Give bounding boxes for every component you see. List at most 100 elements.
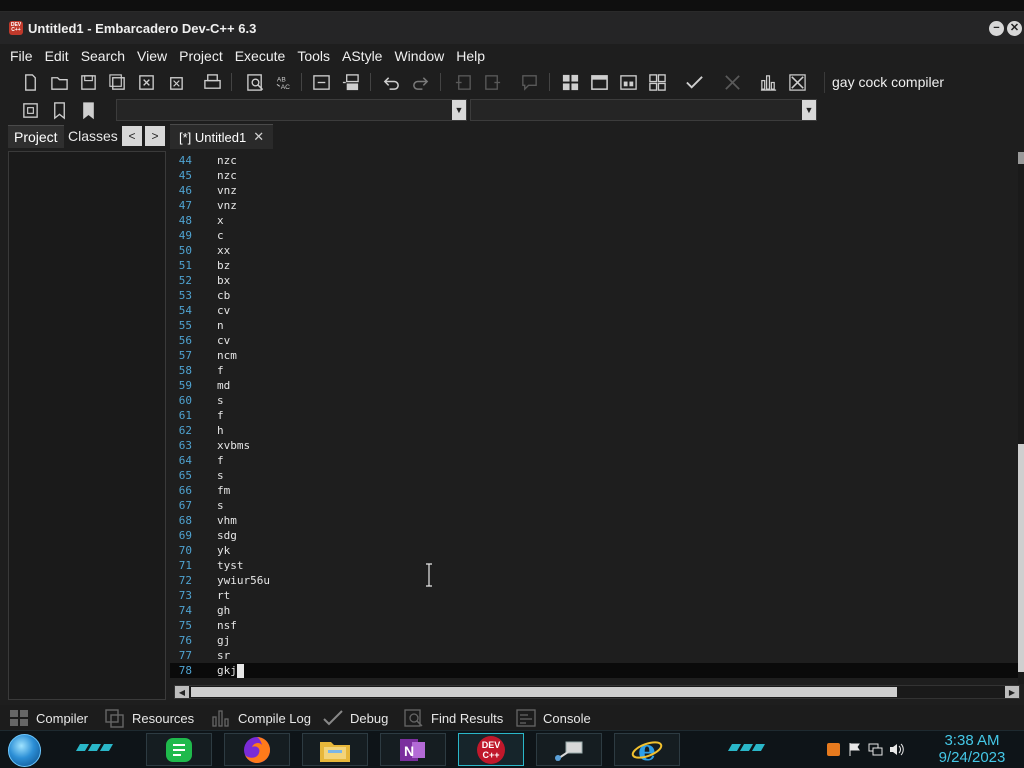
console-icon: [516, 709, 536, 727]
line-number: 74: [178, 604, 192, 617]
horizontal-scroll-thumb[interactable]: [191, 687, 897, 697]
tab-find-results[interactable]: Find Results: [403, 708, 503, 728]
green-notes-icon[interactable]: [146, 733, 212, 766]
tab-project[interactable]: Project: [8, 125, 64, 148]
profile-chart-icon[interactable]: [757, 71, 780, 94]
taskbar-decoration: [727, 741, 766, 755]
line-number: 65: [178, 469, 192, 482]
clock-date: 9/24/2023: [938, 749, 1006, 766]
tab-resources[interactable]: Resources: [104, 708, 194, 728]
menu-tools[interactable]: Tools: [291, 48, 336, 64]
code-line: bz: [217, 259, 231, 272]
onenote-icon[interactable]: N: [380, 733, 446, 766]
goto-line-icon[interactable]: [310, 71, 333, 94]
menu-project[interactable]: Project: [173, 48, 229, 64]
chevron-down-icon[interactable]: ▼: [802, 100, 816, 120]
tab-compiler-label: Compiler: [36, 710, 89, 726]
save-all-icon[interactable]: [106, 71, 129, 94]
new-file-icon[interactable]: [19, 71, 42, 94]
menu-astyle[interactable]: AStyle: [336, 48, 388, 64]
open-folder-icon[interactable]: [48, 71, 71, 94]
code-editor[interactable]: 44 45 46 47 48 49 50 51 52 53 54 55 56 57 58 59 60 61 62 63…: [170, 152, 1018, 684]
bookmark-icon[interactable]: [48, 99, 71, 122]
chevron-right-icon[interactable]: >: [145, 126, 165, 146]
horizontal-scrollbar[interactable]: ◀ ▶: [174, 685, 1020, 699]
menu-search[interactable]: Search: [75, 48, 131, 64]
redo-icon[interactable]: [409, 71, 432, 94]
close-icon[interactable]: ✕: [253, 129, 264, 145]
run-icon[interactable]: [588, 71, 611, 94]
member-combo[interactable]: ▼: [470, 99, 817, 121]
toggle-panel-icon[interactable]: [339, 71, 362, 94]
network-tray-icon[interactable]: [868, 742, 883, 757]
code-line: rt: [217, 589, 231, 602]
tab-console[interactable]: Console: [515, 708, 591, 728]
chevron-left-icon[interactable]: <: [122, 126, 142, 146]
menu-file[interactable]: File: [4, 48, 39, 64]
compile-icon[interactable]: [559, 71, 582, 94]
scroll-up-button[interactable]: [1018, 152, 1024, 164]
replace-icon[interactable]: AB AC: [273, 71, 296, 94]
minimize-button[interactable]: −: [989, 20, 1004, 36]
line-number: 68: [178, 514, 192, 527]
compiler-select[interactable]: gay cock compiler: [824, 72, 1024, 93]
stop-execution-icon[interactable]: [721, 71, 744, 94]
code-line: f: [217, 364, 224, 377]
menu-help[interactable]: Help: [450, 48, 491, 64]
unindent-icon[interactable]: [481, 71, 504, 94]
flag-icon[interactable]: [847, 742, 862, 757]
class-combo[interactable]: ▼: [116, 99, 467, 121]
code-line: vhm: [217, 514, 237, 527]
undo-icon[interactable]: [380, 71, 403, 94]
volume-icon[interactable]: [889, 742, 904, 757]
indent-icon[interactable]: [452, 71, 475, 94]
code-line: yk: [217, 544, 231, 557]
tab-compiler[interactable]: Compiler: [8, 708, 88, 728]
taskbar-clock[interactable]: 3:38 AM 9/24/2023: [930, 731, 1014, 768]
insert-icon[interactable]: [19, 99, 42, 122]
goto-bookmark-icon[interactable]: [77, 99, 100, 122]
tab-untitled1[interactable]: [*] Untitled1 ✕: [170, 124, 274, 149]
line-number: 55: [178, 319, 192, 332]
scroll-right-icon[interactable]: ▶: [1005, 686, 1019, 698]
code-line: cb: [217, 289, 231, 302]
close-file-icon[interactable]: [135, 71, 158, 94]
line-number: 51: [178, 259, 192, 272]
menu-edit[interactable]: Edit: [39, 48, 75, 64]
find-icon[interactable]: [244, 71, 267, 94]
vertical-scroll-thumb[interactable]: [1018, 444, 1024, 672]
scroll-left-icon[interactable]: ◀: [175, 686, 189, 698]
vertical-scrollbar[interactable]: [1018, 152, 1024, 684]
firefox-icon[interactable]: [224, 733, 290, 766]
delete-profile-icon[interactable]: [786, 71, 809, 94]
menu-view[interactable]: View: [131, 48, 173, 64]
tab-resources-label: Resources: [132, 710, 195, 726]
close-button[interactable]: ✕: [1007, 20, 1022, 36]
internet-explorer-icon[interactable]: e: [614, 733, 680, 766]
close-all-icon[interactable]: [164, 71, 187, 94]
tab-debug[interactable]: Debug: [322, 708, 388, 728]
print-icon[interactable]: [201, 71, 224, 94]
line-number: 78: [178, 664, 192, 677]
start-button[interactable]: [8, 734, 41, 767]
comment-icon[interactable]: [518, 71, 541, 94]
tab-debug-label: Debug: [350, 710, 389, 726]
sublime-tray-icon[interactable]: [826, 742, 841, 757]
rebuild-icon[interactable]: [646, 71, 669, 94]
syntax-check-icon[interactable]: [683, 71, 706, 94]
save-icon[interactable]: [77, 71, 100, 94]
menu-window[interactable]: Window: [388, 48, 450, 64]
tab-classes[interactable]: Classes: [62, 125, 124, 148]
chevron-down-icon[interactable]: ▼: [452, 100, 466, 120]
code-line: md: [217, 379, 231, 392]
debug-check-icon: [323, 710, 343, 726]
devcpp-icon[interactable]: DEV C++: [458, 733, 524, 766]
menu-execute[interactable]: Execute: [229, 48, 292, 64]
network-icon[interactable]: [536, 733, 602, 766]
compile-run-icon[interactable]: [617, 71, 640, 94]
code-line: c: [217, 229, 224, 242]
tab-compile-log[interactable]: Compile Log: [210, 708, 311, 728]
project-tree[interactable]: [8, 151, 166, 700]
code-line: h: [217, 424, 224, 437]
file-explorer-icon[interactable]: [302, 733, 368, 766]
